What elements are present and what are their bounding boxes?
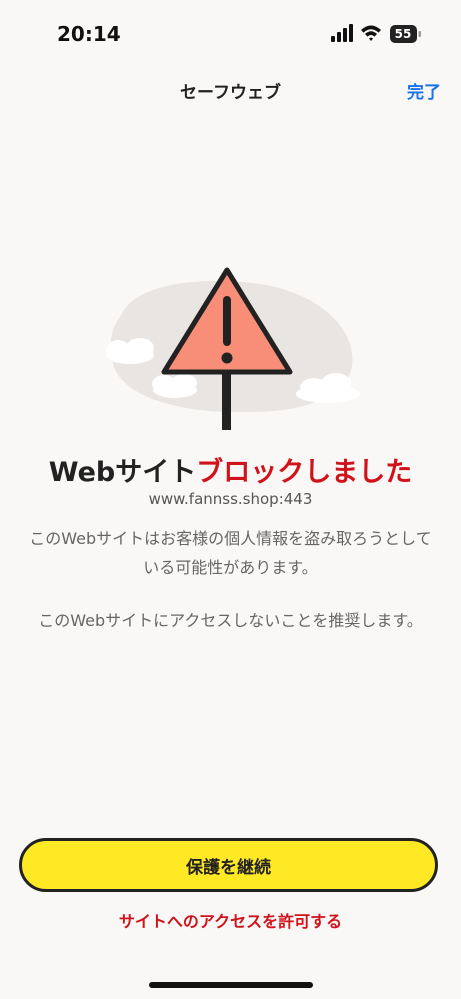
- exclamation-dot: [221, 352, 233, 364]
- heading-blocked: ブロックしました: [196, 457, 413, 488]
- site-url: www.fannss.shop:443: [148, 490, 313, 508]
- nav-bar: セーフウェブ 完了: [0, 68, 461, 112]
- warning-message: このWebサイトはお客様の個人情報を盗み取ろうとしている可能性があります。: [29, 529, 432, 577]
- battery-level: 55: [394, 27, 412, 41]
- done-button[interactable]: 完了: [407, 78, 441, 103]
- status-bar: 20:14 55: [0, 0, 461, 64]
- allow-access-link[interactable]: サイトへのアクセスを許可する: [0, 908, 461, 932]
- heading-website: Webサイト: [48, 457, 197, 488]
- exclamation-bar: [223, 296, 231, 346]
- continue-protection-button[interactable]: 保護を継続: [19, 838, 438, 892]
- blocked-heading: Webサイトブロックしました: [0, 450, 461, 489]
- warning-illustration: [106, 267, 360, 430]
- wifi-icon: [361, 25, 381, 41]
- status-time: 20:14: [57, 22, 121, 46]
- page-title: セーフウェブ: [180, 83, 281, 103]
- home-indicator[interactable]: [149, 982, 313, 988]
- signal-icon: [331, 24, 353, 42]
- recommendation-message: このWebサイトにアクセスしないことを推奨します。: [38, 611, 423, 630]
